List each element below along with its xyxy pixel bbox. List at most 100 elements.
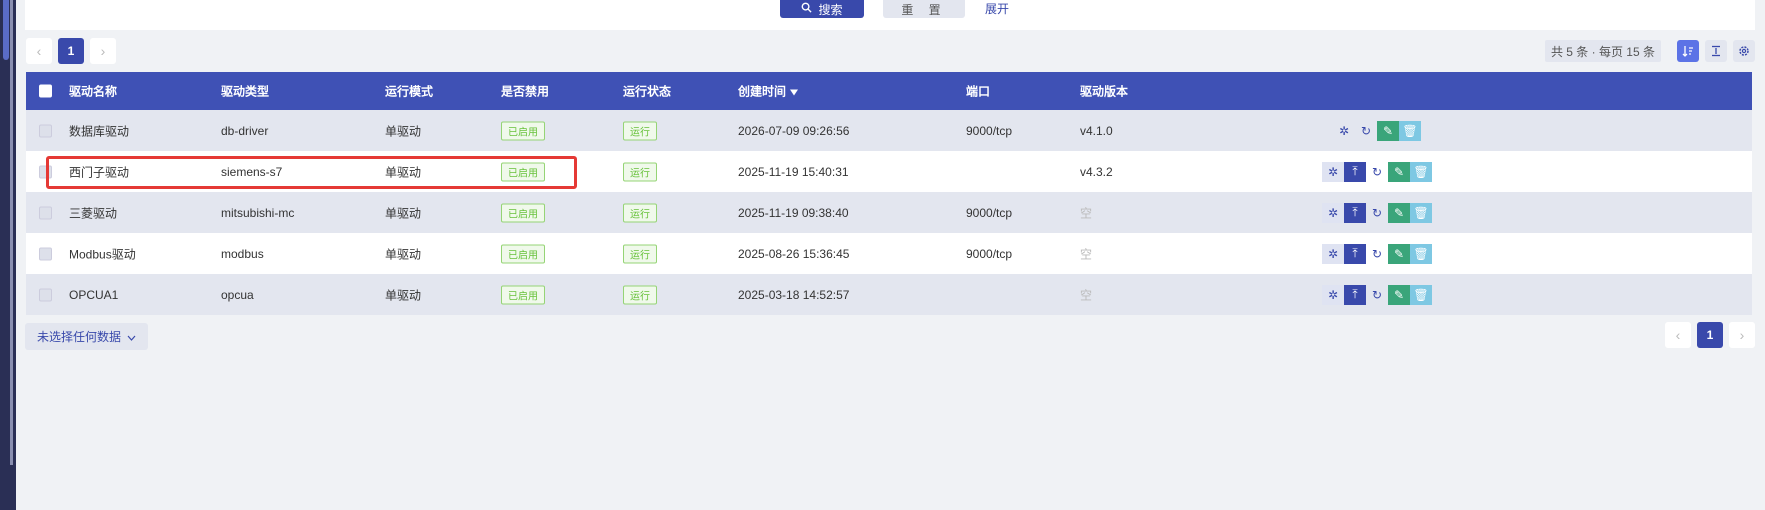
header-type: 驱动类型 (221, 84, 270, 99)
enabled-badge: 已启用 (501, 162, 545, 181)
cell-created: 2025-11-19 15:40:31 (738, 164, 849, 179)
cell-type: siemens-s7 (221, 164, 283, 179)
delete-icon[interactable]: 🗑 (1410, 202, 1432, 223)
row-actions: ✲ ⤒ ↻ ✎ 🗑 (1322, 161, 1432, 182)
status-badge: 运行 (623, 121, 657, 140)
main-panel: 搜索 重 置 展开 ‹ 1 › 共 5 条 · 每页 15 条 驱动名称 驱动类… (16, 0, 1765, 510)
row-checkbox[interactable] (39, 206, 52, 219)
restart-icon[interactable]: ↻ (1366, 162, 1388, 182)
debug-bug-icon[interactable]: ✲ (1322, 202, 1344, 223)
restart-icon[interactable]: ↻ (1366, 203, 1388, 223)
cell-type: opcua (221, 287, 254, 302)
selection-label: 未选择任何数据 (37, 330, 122, 344)
search-button-label: 搜索 (818, 2, 843, 17)
table-row[interactable]: Modbus驱动 modbus 单驱动 已启用 运行 2025-08-26 15… (26, 233, 1752, 274)
header-disabled: 是否禁用 (501, 84, 550, 99)
edit-icon[interactable]: ✎ (1377, 120, 1399, 141)
reset-button-label: 重 置 (901, 2, 947, 17)
upload-icon[interactable]: ⤒ (1344, 243, 1366, 264)
cell-version: 空 (1080, 288, 1093, 302)
edit-icon[interactable]: ✎ (1388, 202, 1410, 223)
total-count: 共 5 条 · 每页 15 条 (1544, 40, 1661, 62)
sort-icon[interactable] (1677, 40, 1699, 62)
prev-page-button[interactable]: ‹ (26, 38, 52, 64)
row-checkbox[interactable] (39, 124, 52, 137)
row-checkbox[interactable] (39, 165, 52, 178)
expand-link[interactable]: 展开 (985, 0, 1009, 17)
delete-icon[interactable]: 🗑 (1410, 284, 1432, 305)
edit-icon[interactable]: ✎ (1388, 284, 1410, 305)
search-icon (801, 2, 813, 16)
sort-down-icon (790, 84, 799, 98)
upload-icon[interactable]: ⤒ (1344, 284, 1366, 305)
page-1-button[interactable]: 1 (58, 38, 84, 64)
status-badge: 运行 (623, 162, 657, 181)
delete-icon[interactable]: 🗑 (1410, 161, 1432, 182)
next-page-button[interactable]: › (90, 38, 116, 64)
header-created[interactable]: 创建时间 (738, 83, 799, 100)
row-actions: ✲ ⤒ ↻ ✎ 🗑 (1322, 202, 1432, 223)
cell-version: v4.1.0 (1080, 123, 1113, 138)
edit-icon[interactable]: ✎ (1388, 161, 1410, 182)
table-row[interactable]: 数据库驱动 db-driver 单驱动 已启用 运行 2026-07-09 09… (26, 110, 1752, 151)
upload-icon[interactable]: ⤒ (1344, 161, 1366, 182)
restart-icon[interactable]: ↻ (1366, 285, 1388, 305)
cell-mode: 单驱动 (385, 206, 422, 220)
header-status: 运行状态 (623, 84, 672, 99)
cell-mode: 单驱动 (385, 124, 422, 138)
reset-button[interactable]: 重 置 (883, 0, 965, 18)
scrollbar-track[interactable] (10, 0, 13, 465)
cell-port: 9000/tcp (966, 123, 1013, 138)
table-toolbar: 共 5 条 · 每页 15 条 (1544, 40, 1755, 62)
row-checkbox[interactable] (39, 288, 52, 301)
top-pagination: ‹ 1 › (26, 38, 116, 64)
status-badge: 运行 (623, 244, 657, 263)
settings-icon[interactable] (1733, 40, 1755, 62)
row-height-icon[interactable] (1705, 40, 1727, 62)
cell-name: 数据库驱动 (69, 124, 130, 138)
restart-icon[interactable]: ↻ (1355, 121, 1377, 141)
scroll-knob[interactable] (3, 0, 9, 60)
restart-icon[interactable]: ↻ (1366, 244, 1388, 264)
bottom-pagination: ‹ 1 › (1665, 322, 1755, 348)
table-row[interactable]: 西门子驱动 siemens-s7 单驱动 已启用 运行 2025-11-19 1… (26, 151, 1752, 192)
enabled-badge: 已启用 (501, 203, 545, 222)
select-all-checkbox[interactable] (39, 84, 52, 98)
enabled-badge: 已启用 (501, 244, 545, 263)
debug-bug-icon[interactable]: ✲ (1333, 121, 1355, 141)
selection-dropdown[interactable]: 未选择任何数据 (25, 323, 149, 350)
delete-icon[interactable]: 🗑 (1410, 243, 1432, 264)
enabled-badge: 已启用 (501, 285, 545, 304)
cell-mode: 单驱动 (385, 288, 422, 302)
chevron-down-icon (127, 330, 136, 344)
cell-type: modbus (221, 246, 264, 261)
cell-created: 2026-07-09 09:26:56 (738, 123, 850, 138)
upload-icon[interactable]: ⤒ (1344, 202, 1366, 223)
header-created-label: 创建时间 (738, 84, 787, 99)
status-badge: 运行 (623, 203, 657, 222)
cell-version: v4.3.2 (1080, 164, 1113, 179)
table-row[interactable]: 三菱驱动 mitsubishi-mc 单驱动 已启用 运行 2025-11-19… (26, 192, 1752, 233)
header-name: 驱动名称 (69, 84, 118, 99)
debug-bug-icon[interactable]: ✲ (1322, 243, 1344, 264)
cell-port: 9000/tcp (966, 205, 1013, 220)
search-button[interactable]: 搜索 (780, 0, 864, 18)
row-actions: ✲ ⤒ ↻ ✎ 🗑 (1322, 284, 1432, 305)
cell-port: 9000/tcp (966, 246, 1013, 261)
page-1-button[interactable]: 1 (1697, 322, 1723, 348)
row-checkbox[interactable] (39, 247, 52, 260)
cell-name: 西门子驱动 (69, 165, 130, 179)
table-row[interactable]: OPCUA1 opcua 单驱动 已启用 运行 2025-03-18 14:52… (26, 274, 1752, 315)
status-badge: 运行 (623, 285, 657, 304)
left-scroll-strip (0, 0, 16, 510)
edit-icon[interactable]: ✎ (1388, 243, 1410, 264)
debug-bug-icon[interactable]: ✲ (1322, 161, 1344, 182)
cell-created: 2025-11-19 09:38:40 (738, 205, 849, 220)
delete-icon[interactable]: 🗑 (1399, 120, 1421, 141)
next-page-button[interactable]: › (1729, 322, 1755, 348)
prev-page-button[interactable]: ‹ (1665, 322, 1691, 348)
debug-bug-icon[interactable]: ✲ (1322, 284, 1344, 305)
cell-mode: 单驱动 (385, 165, 422, 179)
enabled-badge: 已启用 (501, 121, 545, 140)
header-mode: 运行模式 (385, 84, 434, 99)
